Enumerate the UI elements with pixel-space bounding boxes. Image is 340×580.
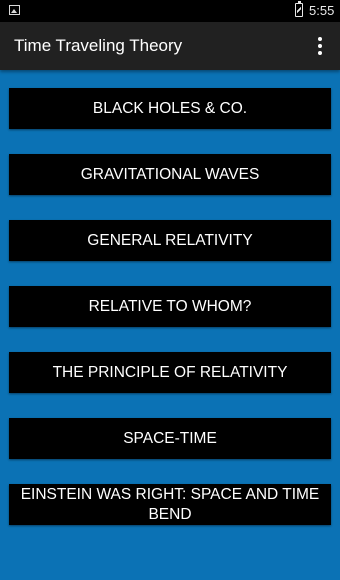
app-title: Time Traveling Theory [14, 36, 183, 55]
topic-button-einstein-was-right[interactable]: EINSTEIN WAS RIGHT: SPACE AND TIME BEND [9, 484, 331, 525]
app-bar: Time Traveling Theory [0, 22, 340, 70]
status-clock: 5:55 [309, 3, 335, 18]
topic-button-general-relativity[interactable]: GENERAL RELATIVITY [9, 220, 331, 261]
topic-button-space-time[interactable]: SPACE-TIME [9, 418, 331, 459]
topic-button-black-holes[interactable]: BLACK HOLES & CO. [9, 88, 331, 129]
topic-button-gravitational-waves[interactable]: GRAVITATIONAL WAVES [9, 154, 331, 195]
topic-list: BLACK HOLES & CO. GRAVITATIONAL WAVES GE… [9, 88, 331, 550]
topic-button-principle-of-relativity[interactable]: THE PRINCIPLE OF RELATIVITY [9, 352, 331, 393]
status-bar: 5:55 [0, 0, 340, 22]
overflow-menu-icon[interactable] [308, 34, 332, 58]
topic-button-relative-to-whom[interactable]: RELATIVE TO WHOM? [9, 286, 331, 327]
image-notification-icon [9, 5, 20, 15]
battery-charging-icon [295, 1, 303, 17]
